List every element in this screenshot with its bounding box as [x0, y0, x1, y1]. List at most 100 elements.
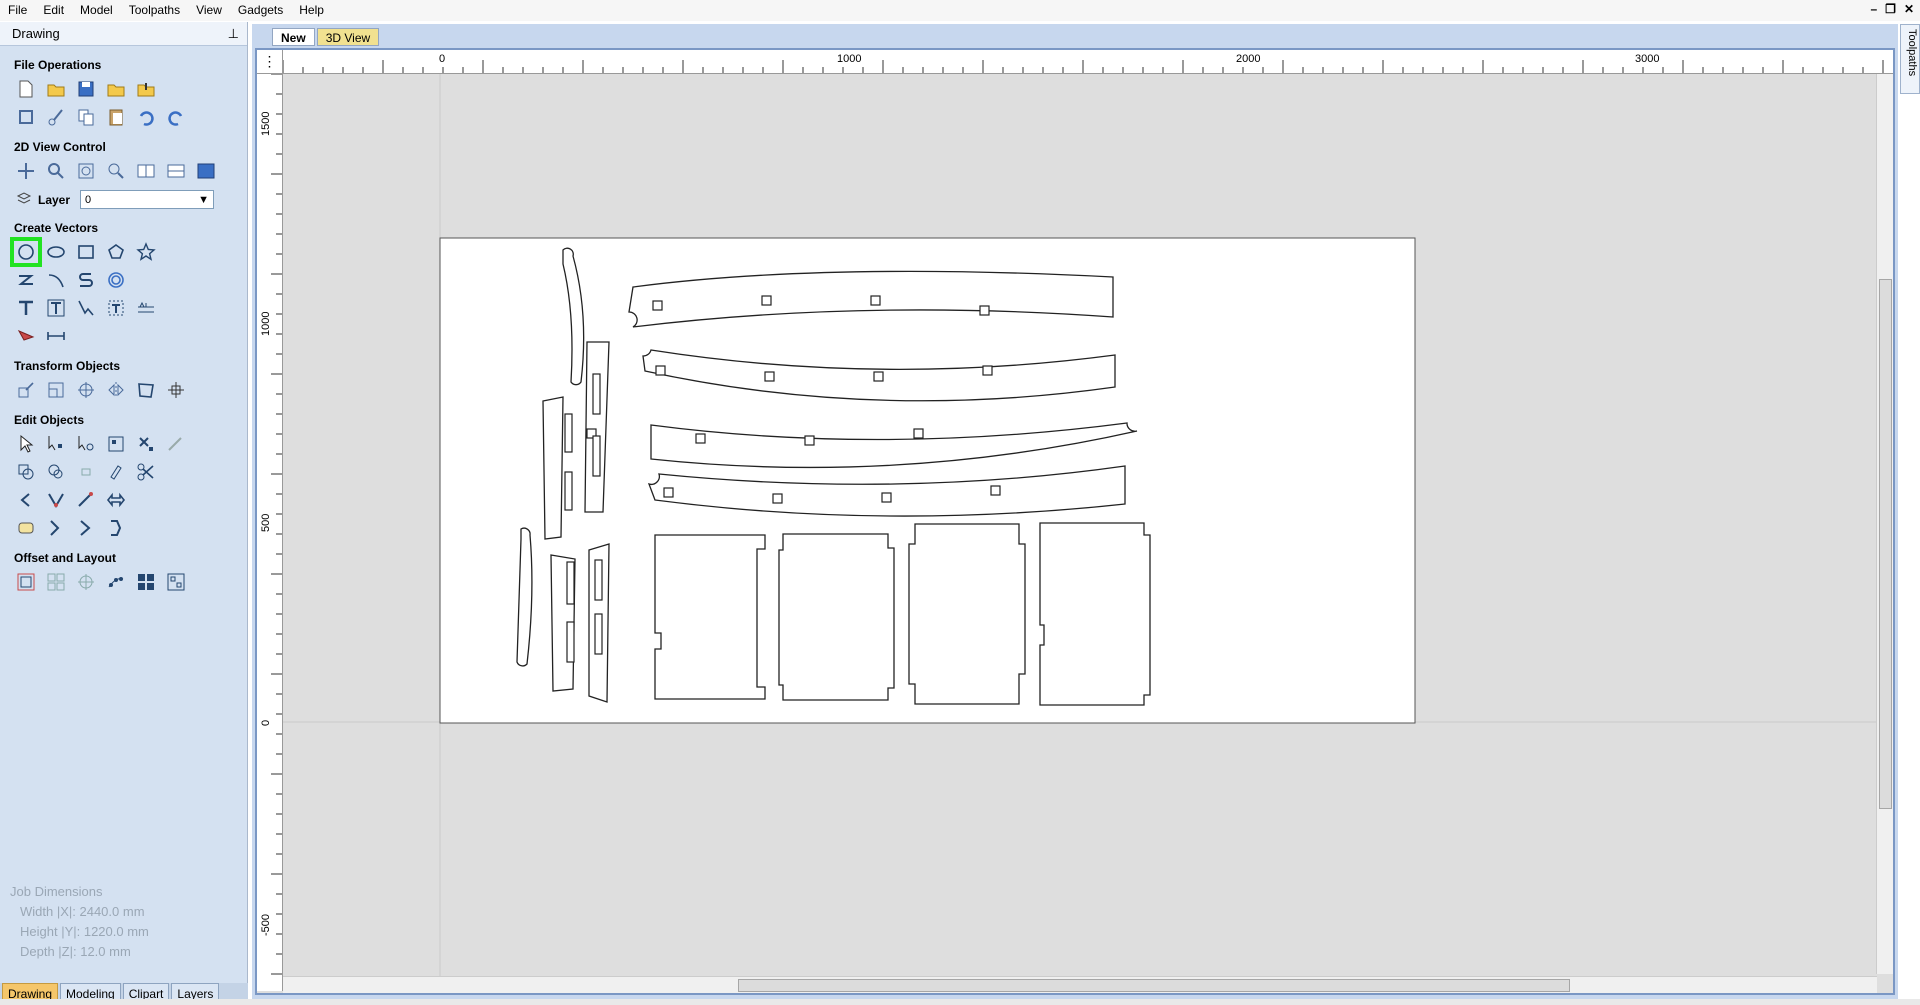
job-setup-icon[interactable] [14, 106, 38, 128]
select-icon[interactable] [14, 433, 38, 455]
import-icon[interactable] [134, 78, 158, 100]
zoom-window-icon[interactable] [104, 160, 128, 182]
open-folder-icon[interactable] [104, 78, 128, 100]
subtract-icon[interactable] [44, 461, 68, 483]
layer-icon [16, 190, 32, 209]
restore-icon[interactable]: ❐ [1885, 2, 1896, 16]
intersect-icon[interactable] [74, 461, 98, 483]
text-align-icon[interactable] [134, 297, 158, 319]
menu-edit[interactable]: Edit [35, 0, 72, 21]
vertical-scroll-thumb[interactable] [1879, 279, 1892, 809]
slot-hole [772, 493, 783, 504]
draw-curve-icon[interactable] [74, 269, 98, 291]
layer-select[interactable]: 0 ▼ [80, 190, 215, 209]
draw-text-icon[interactable] [14, 297, 38, 319]
selection-tools-icon[interactable] [104, 433, 128, 455]
distort-icon[interactable] [134, 379, 158, 401]
open-file-icon[interactable] [44, 78, 68, 100]
interactive-select-icon[interactable] [74, 433, 98, 455]
drawing-canvas[interactable] [283, 74, 1893, 991]
align-icon[interactable] [164, 379, 188, 401]
tab-3d-view[interactable]: 3D View [316, 28, 380, 46]
zoom-icon[interactable] [44, 160, 68, 182]
smooth-icon[interactable] [14, 517, 38, 539]
draw-circle-icon[interactable] [10, 237, 42, 267]
node-edit-icon[interactable] [44, 433, 68, 455]
view-3d-icon[interactable] [194, 160, 218, 182]
rotate-icon[interactable] [74, 379, 98, 401]
text-on-curve-icon[interactable] [74, 297, 98, 319]
corner-icon[interactable] [44, 489, 68, 511]
horizontal-ruler-svg: 0 1000 2000 3000 [283, 53, 1884, 73]
slot-hole [982, 365, 993, 376]
slot-hole [663, 487, 674, 498]
view-split-icon[interactable] [134, 160, 158, 182]
auto-layout-icon[interactable] [164, 571, 188, 593]
pin-icon[interactable]: ⊥ [228, 26, 239, 42]
ruler-corner-icon[interactable]: ⋮ [257, 50, 283, 74]
close-icon[interactable]: ✕ [1904, 2, 1914, 16]
menu-toolpaths[interactable]: Toolpaths [121, 0, 188, 21]
array-copy-icon[interactable] [44, 571, 68, 593]
toolpaths-side-tab[interactable]: Toolpaths [1900, 24, 1920, 94]
menu-gadgets[interactable]: Gadgets [230, 0, 291, 21]
slot-hole [881, 492, 892, 503]
view-horizontal-icon[interactable] [164, 160, 188, 182]
weld-icon[interactable] [14, 461, 38, 483]
drawing-svg[interactable] [283, 74, 1893, 991]
tab-new[interactable]: New [272, 28, 315, 46]
draw-star-icon[interactable] [134, 241, 158, 263]
extend-icon[interactable] [74, 489, 98, 511]
trim-icon[interactable] [164, 433, 188, 455]
move-icon[interactable] [14, 379, 38, 401]
circular-array-icon[interactable] [74, 571, 98, 593]
draw-spiral-icon[interactable] [104, 269, 128, 291]
undo-icon[interactable] [134, 106, 158, 128]
zoom-fit-icon[interactable] [74, 160, 98, 182]
paste-icon[interactable] [104, 106, 128, 128]
text-fit-icon[interactable] [104, 297, 128, 319]
fillet-icon[interactable] [104, 461, 128, 483]
scale-icon[interactable] [44, 379, 68, 401]
redo-icon[interactable] [164, 106, 188, 128]
section-transform-objects: Transform Objects [14, 359, 121, 373]
close-vector-icon[interactable] [44, 517, 68, 539]
measure-icon[interactable] [44, 325, 68, 347]
vertical-scrollbar[interactable] [1876, 74, 1893, 974]
horizontal-scroll-thumb[interactable] [738, 979, 1570, 992]
nesting-icon[interactable] [134, 571, 158, 593]
dimension-icon[interactable] [14, 325, 38, 347]
draw-rectangle-icon[interactable] [74, 241, 98, 263]
cut-icon[interactable] [44, 106, 68, 128]
join-icon[interactable] [74, 517, 98, 539]
arrow-both-icon[interactable] [104, 489, 128, 511]
offset-icon[interactable] [14, 571, 38, 593]
new-file-icon[interactable] [14, 78, 38, 100]
mirror-icon[interactable] [104, 379, 128, 401]
horizontal-scrollbar[interactable] [283, 976, 1877, 993]
draw-polygon-icon[interactable] [104, 241, 128, 263]
slot-hole [990, 485, 1001, 496]
slot-hole [804, 435, 815, 446]
copy-along-vector-icon[interactable] [104, 571, 128, 593]
scissors-icon[interactable] [134, 461, 158, 483]
join-nodes-icon[interactable] [104, 517, 128, 539]
draw-arc-icon[interactable] [44, 269, 68, 291]
menu-view[interactable]: View [188, 0, 230, 21]
section-create-vectors: Create Vectors [14, 221, 99, 235]
draw-ellipse-icon[interactable] [44, 241, 68, 263]
menu-help[interactable]: Help [291, 0, 332, 21]
delete-nodes-icon[interactable] [134, 433, 158, 455]
menu-model[interactable]: Model [72, 0, 121, 21]
job-depth: Depth |Z|: 12.0 mm [20, 944, 131, 959]
chevron-left-icon[interactable] [14, 489, 38, 511]
text-box-icon[interactable] [44, 297, 68, 319]
minimize-icon[interactable]: – [1870, 2, 1877, 16]
save-icon[interactable] [74, 78, 98, 100]
menu-file[interactable]: File [0, 0, 35, 21]
slot-hole [695, 433, 706, 444]
v-ruler-label-500: 500 [260, 514, 272, 532]
draw-polyline-icon[interactable] [14, 269, 38, 291]
copy-icon[interactable] [74, 106, 98, 128]
pan-icon[interactable] [14, 160, 38, 182]
